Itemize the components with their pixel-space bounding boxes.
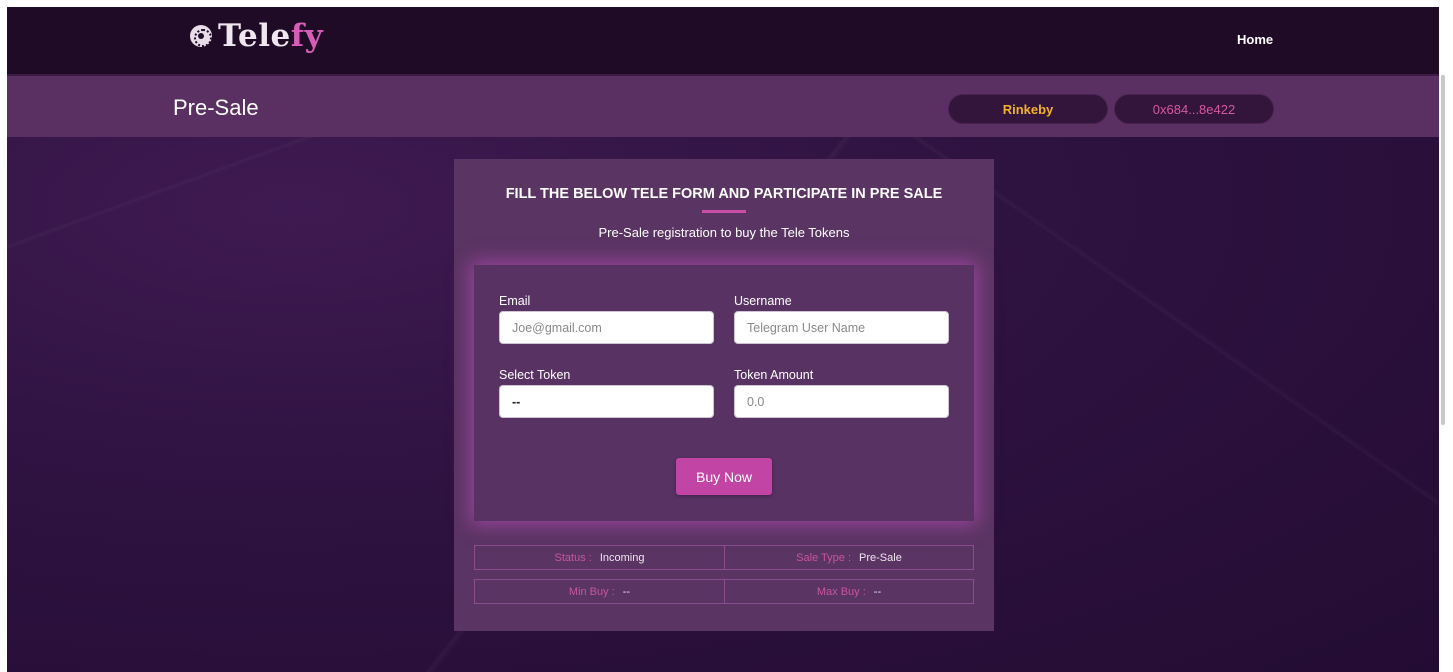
select-token-value: -- [512, 394, 521, 409]
status-key: Status : [554, 551, 592, 564]
page-title: Pre-Sale [173, 95, 259, 120]
max-buy-cell: Max Buy : -- [724, 579, 974, 604]
sale-type-cell: Sale Type : Pre-Sale [724, 545, 974, 570]
token-amount-input[interactable] [734, 385, 949, 418]
token-amount-label: Token Amount [734, 368, 814, 382]
app-frame: Telefy Home Pre-Sale Rinkeby 0x684...8e4… [7, 7, 1439, 672]
coin-icon [190, 25, 212, 47]
sale-type-value: Pre-Sale [859, 551, 902, 564]
status-value: Incoming [599, 551, 645, 564]
min-buy-value: -- [622, 585, 631, 598]
brand-logo[interactable]: Telefy [190, 18, 323, 54]
wallet-address-button[interactable]: 0x684...8e422 [1114, 94, 1274, 124]
email-input[interactable] [499, 311, 714, 344]
min-buy-cell: Min Buy : -- [474, 579, 725, 604]
status-cell: Status : Incoming [474, 545, 725, 570]
max-buy-key: Max Buy : [816, 585, 866, 598]
logo-text: Telefy [218, 18, 323, 54]
username-input[interactable] [734, 311, 949, 344]
panel-subheading: Pre-Sale registration to buy the Tele To… [598, 225, 850, 240]
max-buy-value: -- [873, 585, 882, 598]
logo-text-primary: Tele [218, 18, 291, 54]
page-header-bar: Pre-Sale Rinkeby 0x684...8e422 [7, 74, 1439, 137]
presale-panel: FILL THE BELOW TELE FORM AND PARTICIPATE… [454, 159, 994, 631]
username-label: Username [734, 294, 792, 308]
nav-home-link[interactable]: Home [1237, 32, 1273, 47]
network-button[interactable]: Rinkeby [948, 94, 1108, 124]
panel-heading: FILL THE BELOW TELE FORM AND PARTICIPATE… [505, 186, 943, 202]
logo-text-accent: fy [290, 18, 324, 54]
heading-divider [702, 210, 746, 213]
buy-now-button[interactable]: Buy Now [676, 458, 772, 495]
presale-form: Email Username Select Token -- Token Amo… [474, 265, 974, 521]
sale-type-key: Sale Type : [796, 551, 852, 564]
min-buy-key: Min Buy : [568, 585, 615, 598]
email-label: Email [499, 294, 531, 308]
select-token-dropdown[interactable]: -- [499, 385, 714, 418]
top-navbar: Telefy Home [7, 7, 1439, 74]
page-scrollbar[interactable] [1441, 75, 1445, 425]
select-token-label: Select Token [499, 368, 571, 382]
